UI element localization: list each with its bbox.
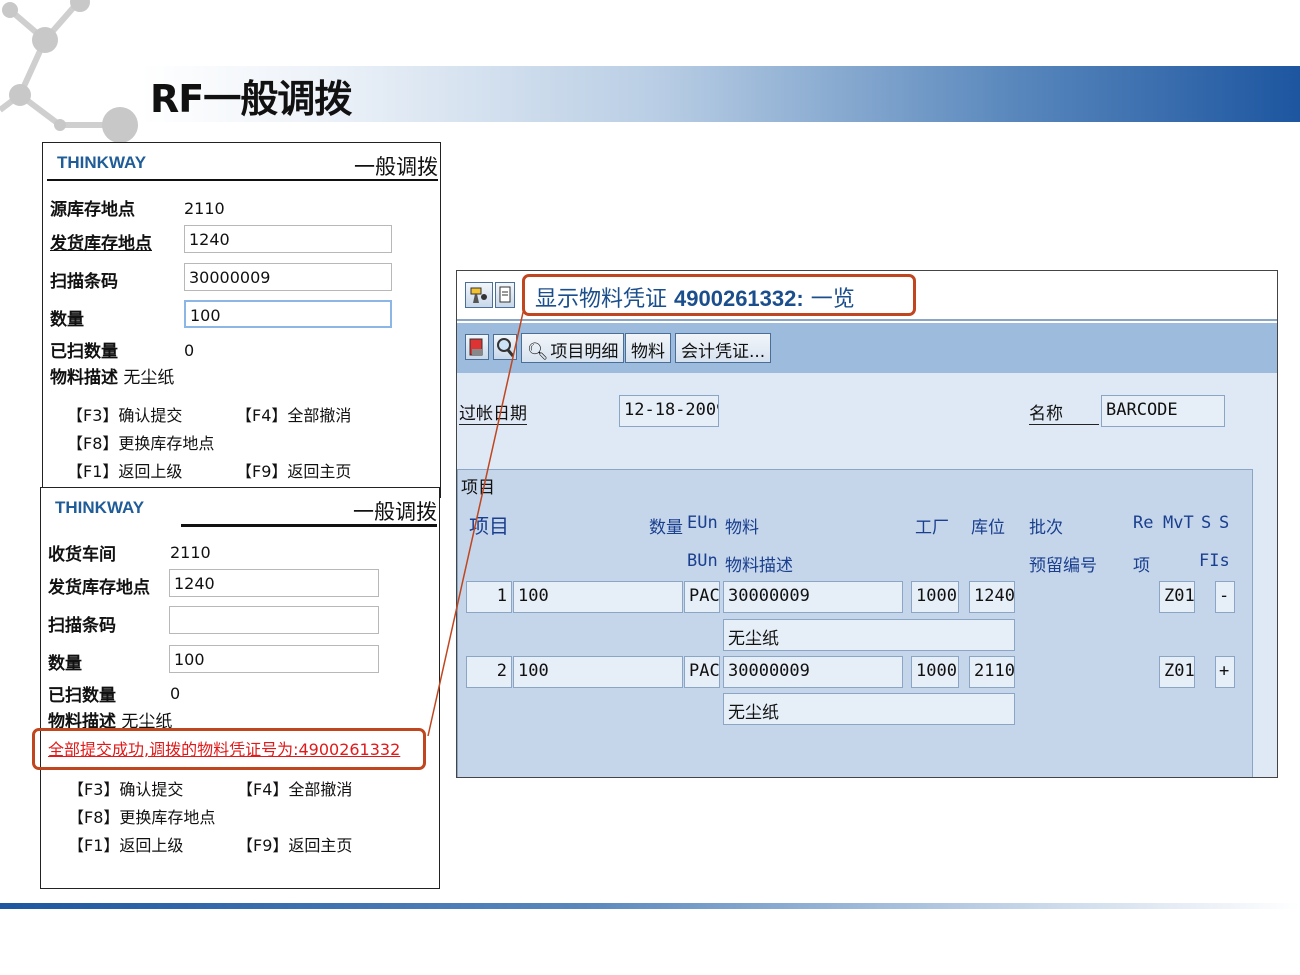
col-s2: S (1219, 513, 1230, 533)
row2-plant[interactable]: 1000 (911, 656, 959, 688)
item-detail-button[interactable]: 🔍︎ 项目明细 (521, 333, 625, 363)
row2-qty[interactable]: 100 (513, 656, 683, 688)
row1-debit-credit[interactable]: - (1215, 581, 1235, 613)
field-label-scan-barcode: 扫描条码 (50, 272, 118, 292)
scanned-qty-value: 0 (170, 684, 181, 703)
items-tab-label: 项目 (461, 478, 495, 498)
row1-material[interactable]: 30000009 (723, 581, 903, 613)
field-label-scanned-qty: 已扫数量 (50, 342, 118, 362)
material-desc-label: 物料描述 (50, 368, 118, 388)
field-label-scanned-qty: 已扫数量 (48, 686, 116, 706)
magnifier-icon: 🔍︎ (527, 342, 549, 362)
row2-material[interactable]: 30000009 (723, 656, 903, 688)
details-icon[interactable] (493, 334, 517, 360)
col-s1: S (1201, 513, 1212, 533)
page-title: RF一般调拨 (150, 77, 352, 121)
scan-barcode-input[interactable] (169, 606, 379, 634)
material-description: 物料描述 无尘纸 (50, 363, 174, 388)
col-item-2: 项 (1133, 556, 1150, 576)
scan-barcode-input[interactable]: 30000009 (184, 263, 392, 291)
message-callout-box (32, 728, 426, 770)
col-reservation: 预留编号 (1029, 556, 1097, 576)
field-label-receiving-workshop: 收货车间 (48, 545, 116, 565)
row1-eun[interactable]: PAC (684, 581, 720, 613)
col-bun: BUn (687, 551, 718, 571)
rf-screen-transfer-success: THINKWAY 一般调拨 收货车间 2110 发货库存地点 1240 扫描条码… (40, 487, 440, 889)
field-label-scan-barcode: 扫描条码 (48, 616, 116, 636)
issue-sloc-input[interactable]: 1240 (169, 569, 379, 597)
row2-item[interactable]: 2 (466, 656, 512, 688)
key-f8-change-sloc[interactable]: 【F8】更换库存地点 (67, 430, 214, 454)
receiving-workshop-value: 2110 (170, 543, 211, 562)
rf-screen-title: 一般调拨 (354, 155, 438, 179)
title-callout-box (522, 274, 916, 316)
col-fis: FIs (1199, 551, 1230, 571)
quantity-input[interactable]: 100 (169, 645, 379, 673)
col-re: Re (1133, 513, 1154, 533)
col-mvt: MvT (1163, 513, 1194, 533)
posting-date-field[interactable]: 12-18-2009 (619, 395, 719, 427)
row2-eun[interactable]: PAC (684, 656, 720, 688)
field-label-quantity: 数量 (50, 310, 84, 330)
rf-screen-transfer-input: THINKWAY 一般调拨 源库存地点 2110 发货库存地点 1240 扫描条… (42, 142, 441, 498)
print-icon[interactable] (465, 334, 489, 360)
brand-logo: THINKWAY (55, 498, 145, 517)
name-label: 名称 (1029, 399, 1099, 425)
footer-bar (0, 903, 1300, 909)
key-f4-undo-all[interactable]: 【F4】全部撤消 (237, 776, 352, 800)
material-button[interactable]: 物料 (625, 333, 671, 363)
row1-sloc[interactable]: 1240 (969, 581, 1015, 613)
field-label-quantity: 数量 (48, 654, 82, 674)
row2-description[interactable]: 无尘纸 (723, 693, 1015, 725)
source-sloc-value: 2110 (184, 199, 225, 218)
key-f3-confirm[interactable]: 【F3】确认提交 (67, 402, 182, 426)
name-field[interactable]: BARCODE (1101, 395, 1225, 427)
key-f3-confirm[interactable]: 【F3】确认提交 (68, 776, 183, 800)
col-material: 物料 (725, 518, 759, 538)
divider (47, 179, 438, 181)
row2-mvt[interactable]: Z01 (1159, 656, 1195, 688)
scanned-qty-value: 0 (184, 341, 195, 360)
item-detail-label: 项目明细 (550, 342, 619, 362)
col-sloc: 库位 (971, 518, 1005, 538)
quantity-input[interactable]: 100 (184, 300, 392, 328)
key-f9-home[interactable]: 【F9】返回主页 (236, 458, 351, 482)
sap-screen-body: 过帐日期 12-18-2009 名称 BARCODE 项目 项目 数量 EUn … (457, 373, 1277, 777)
divider (181, 524, 437, 527)
row2-sloc[interactable]: 2110 (969, 656, 1015, 688)
display-change-icon[interactable] (465, 282, 493, 308)
row2-debit-credit[interactable]: + (1215, 656, 1235, 688)
sap-application-toolbar: 🔍︎ 项目明细 物料 会计凭证... (457, 323, 1277, 373)
key-f8-change-sloc[interactable]: 【F8】更换库存地点 (68, 804, 215, 828)
row1-qty[interactable]: 100 (513, 581, 683, 613)
document-icon[interactable] (495, 282, 515, 308)
posting-date-label: 过帐日期 (459, 399, 527, 425)
key-f9-home[interactable]: 【F9】返回主页 (237, 832, 352, 856)
rf-screen-title: 一般调拨 (353, 500, 437, 524)
sap-material-document-window: 显示物料凭证 4900261332: 一览 🔍︎ 项目明细 物料 会计凭证...… (456, 270, 1278, 778)
key-f1-back[interactable]: 【F1】返回上级 (67, 458, 182, 482)
field-label-issue-sloc: 发货库存地点 (50, 234, 152, 254)
molecule-decoration-icon (0, 0, 138, 143)
col-plant: 工厂 (915, 518, 949, 538)
row1-description[interactable]: 无尘纸 (723, 619, 1015, 651)
row1-mvt[interactable]: Z01 (1159, 581, 1195, 613)
row1-plant[interactable]: 1000 (911, 581, 959, 613)
material-desc-value: 无尘纸 (123, 368, 175, 388)
col-qty: 数量 (649, 518, 683, 538)
field-label-source-sloc: 源库存地点 (50, 200, 135, 220)
field-label-issue-sloc: 发货库存地点 (48, 578, 150, 598)
col-material-desc: 物料描述 (725, 556, 793, 576)
key-f1-back[interactable]: 【F1】返回上级 (68, 832, 183, 856)
key-f4-undo-all[interactable]: 【F4】全部撤消 (236, 402, 351, 426)
brand-logo: THINKWAY (57, 153, 147, 172)
accounting-document-button[interactable]: 会计凭证... (675, 333, 772, 363)
col-batch: 批次 (1029, 518, 1063, 538)
col-item: 项目 (469, 514, 509, 538)
col-eun: EUn (687, 513, 718, 533)
row1-item[interactable]: 1 (466, 581, 512, 613)
issue-sloc-input[interactable]: 1240 (184, 225, 392, 253)
